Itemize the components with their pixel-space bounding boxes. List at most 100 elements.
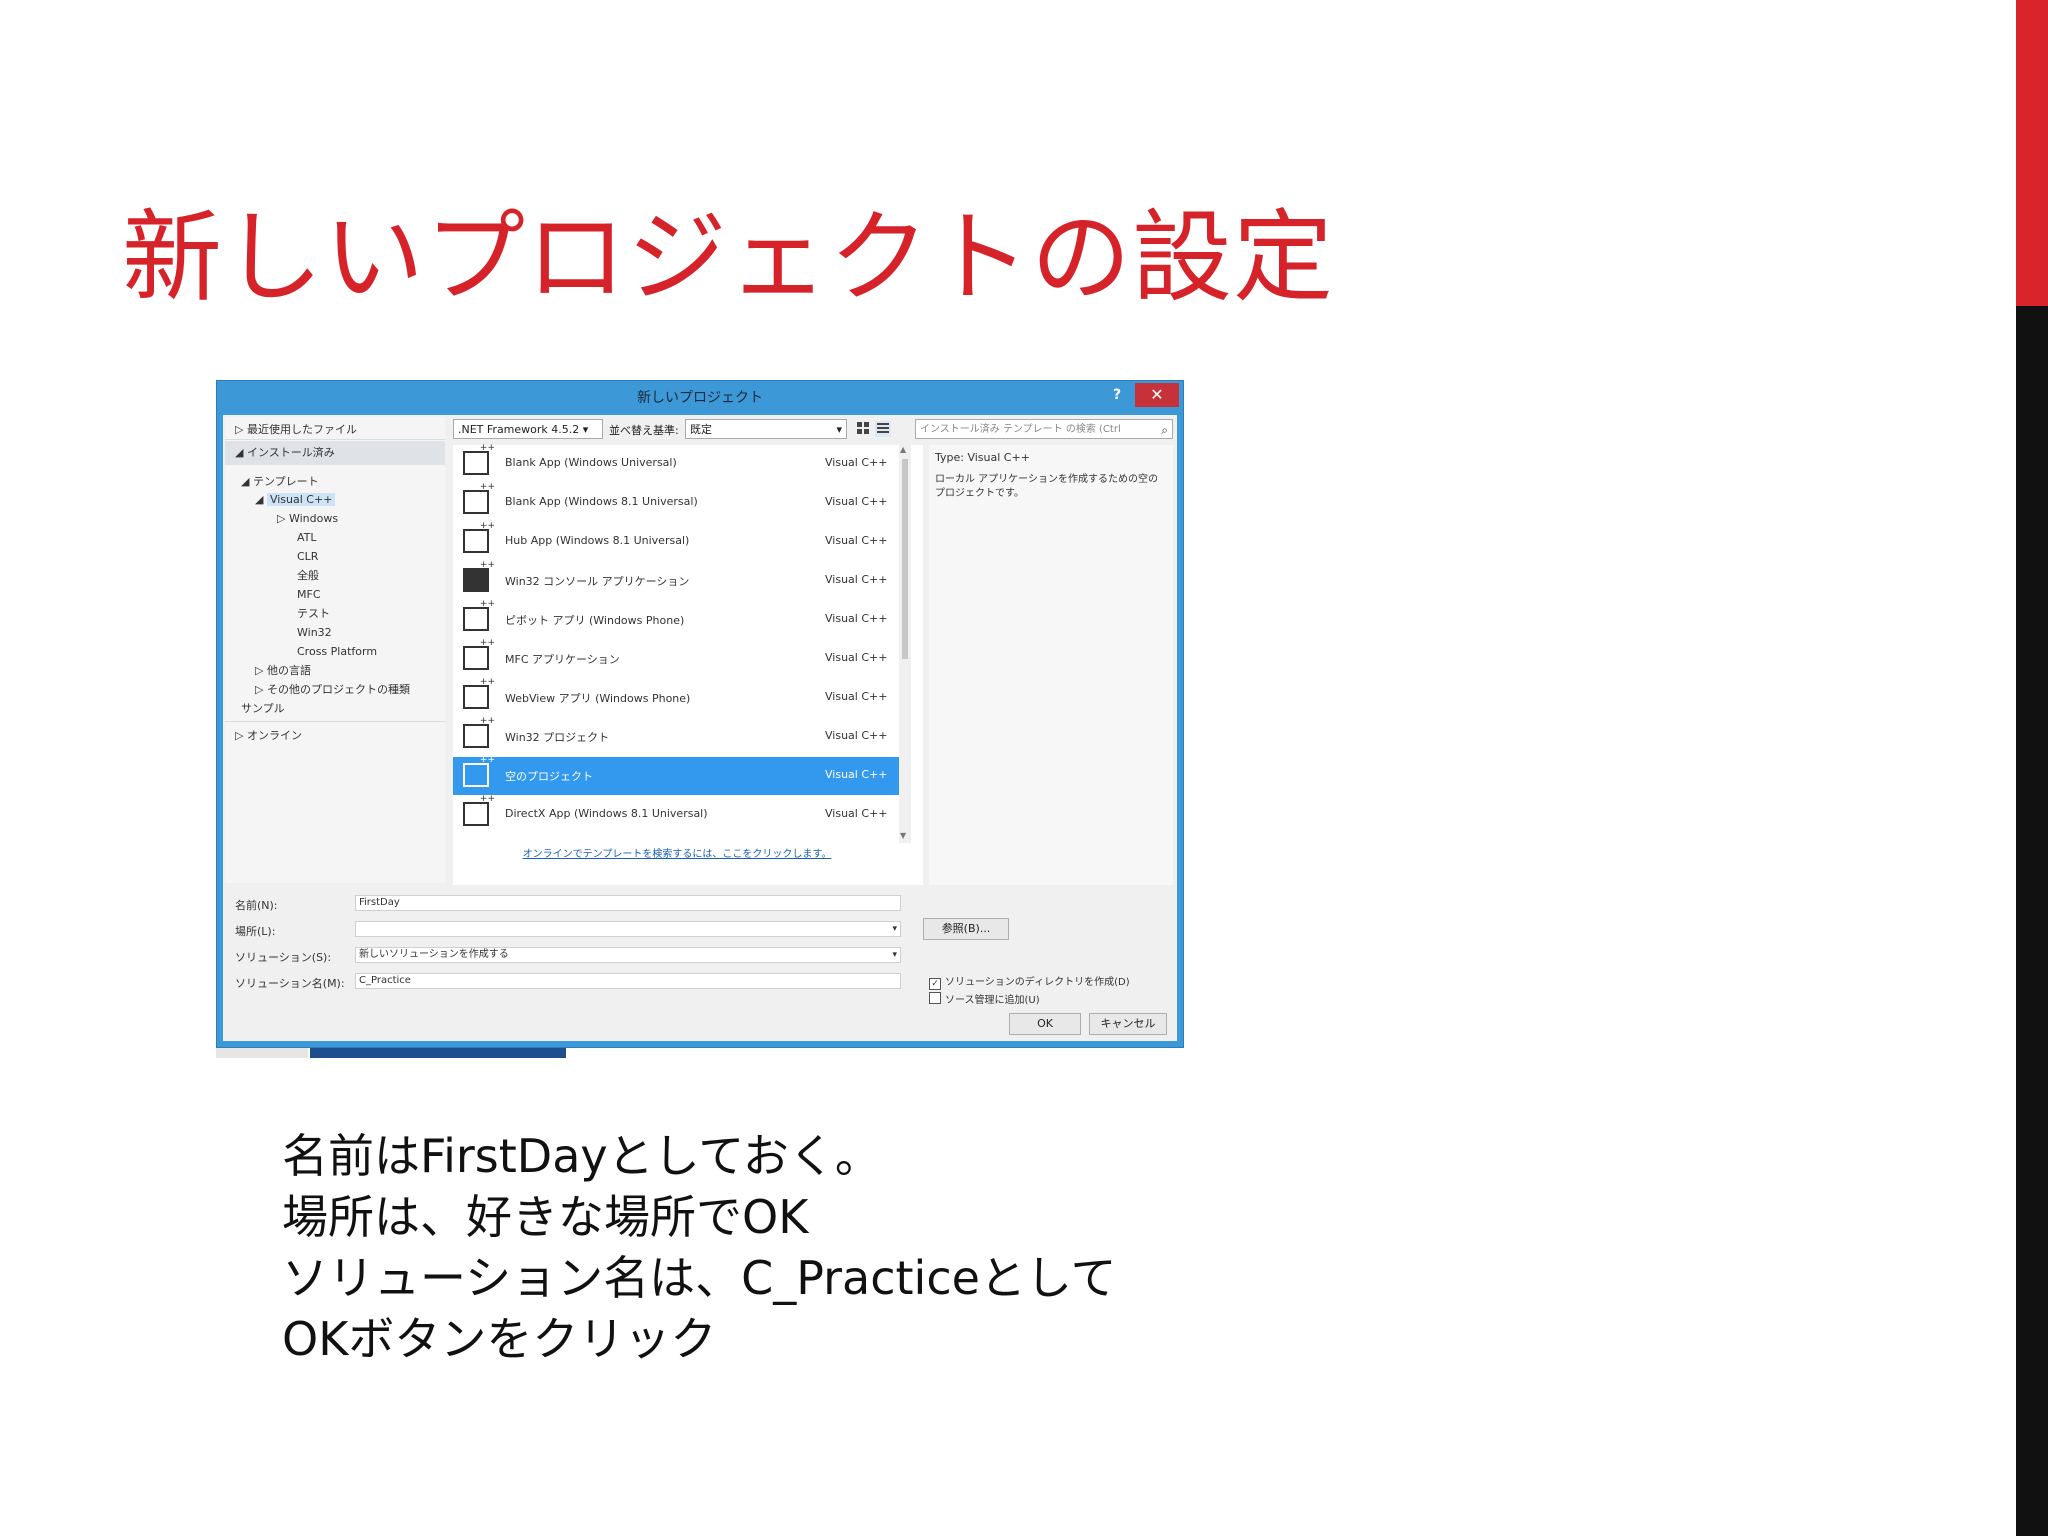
win32-project-icon — [463, 716, 495, 748]
body-line: OKボタンをクリック — [282, 1312, 717, 1366]
dialog-title: 新しいプロジェクト — [637, 390, 763, 406]
solution-select[interactable]: 新しいソリューションを作成する ▾ — [355, 947, 901, 963]
grid-view-icon[interactable] — [855, 421, 871, 437]
name-label: 名前(N): — [235, 899, 278, 912]
tree-item-test[interactable]: テスト — [297, 605, 330, 623]
scrollbar-thumb[interactable] — [902, 459, 908, 659]
solution-select-value: 新しいソリューションを作成する — [359, 949, 509, 960]
slide-body: 名前はFirstDayとしておく。 場所は、好きな場所でOK ソリューション名は… — [282, 1126, 1117, 1370]
source-control-checkbox[interactable]: ソース管理に追加(U) — [929, 991, 1040, 1006]
template-type: Type: Visual C++ — [935, 451, 1030, 464]
tree-divider — [225, 721, 445, 722]
list-view-icon[interactable] — [875, 421, 891, 437]
tree-item-samples[interactable]: サンプル — [241, 700, 285, 718]
template-row-selected[interactable]: 空のプロジェクト Visual C++ — [453, 755, 901, 795]
template-language: Visual C++ — [825, 651, 888, 664]
scroll-up-icon[interactable]: ▲ — [900, 445, 906, 454]
template-language: Visual C++ — [825, 495, 888, 508]
checkbox-unchecked-icon — [929, 992, 941, 1004]
chevron-down-icon: ▾ — [892, 950, 897, 960]
tree-item-visual-cpp[interactable]: ◢ Visual C++ — [255, 491, 336, 509]
solution-name-input[interactable]: C_Practice — [355, 973, 901, 989]
location-label: 場所(L): — [235, 925, 276, 938]
tree-divider — [225, 439, 445, 440]
solution-name-label: ソリューション名(M): — [235, 977, 345, 990]
create-directory-label: ソリューションのディレクトリを作成(D) — [945, 977, 1130, 988]
template-row[interactable]: Blank App (Windows 8.1 Universal) Visual … — [453, 482, 901, 522]
template-name: Blank App (Windows 8.1 Universal) — [505, 495, 698, 508]
template-row[interactable]: Win32 プロジェクト Visual C++ — [453, 716, 901, 756]
tree-item-other-languages[interactable]: ▷ 他の言語 — [255, 662, 311, 680]
tree-item-cross-platform[interactable]: Cross Platform — [297, 643, 377, 661]
console-app-icon — [463, 560, 495, 592]
cancel-button[interactable]: キャンセル — [1089, 1013, 1167, 1035]
template-language: Visual C++ — [825, 612, 888, 625]
template-row[interactable]: Hub App (Windows 8.1 Universal) Visual C+… — [453, 521, 901, 561]
tree-item-mfc[interactable]: MFC — [297, 586, 321, 604]
template-language: Visual C++ — [825, 573, 888, 586]
online-templates-link[interactable]: オンラインでテンプレートを検索するには、ここをクリックします。 — [453, 845, 901, 860]
browse-button[interactable]: 参照(B)... — [923, 918, 1009, 940]
template-toolbar: .NET Framework 4.5.2 ▾ 並べ替え基準: 既定 ▾ インスト… — [453, 419, 1173, 441]
taskbar-segment — [216, 1048, 308, 1058]
chevron-down-icon: ▾ — [582, 423, 589, 436]
template-name: ピボット アプリ (Windows Phone) — [505, 614, 685, 627]
tree-item-installed[interactable]: ◢ インストール済み — [235, 444, 335, 462]
scroll-down-icon[interactable]: ▼ — [900, 831, 906, 840]
template-language: Visual C++ — [825, 534, 888, 547]
template-list-scrollbar[interactable]: ▲ ▼ — [899, 445, 911, 843]
template-name: 空のプロジェクト — [505, 770, 593, 783]
cpp-project-icon — [463, 521, 495, 553]
tree-item-online[interactable]: ▷ オンライン — [235, 727, 302, 745]
tree-item-visual-cpp-label: Visual C++ — [266, 493, 336, 506]
side-accent-dark — [2016, 306, 2048, 1536]
chevron-down-icon[interactable]: ▾ — [892, 922, 897, 936]
new-project-dialog: 新しいプロジェクト ? ✕ ▷ 最近使用したファイル ◢ インストール済み ◢ … — [216, 380, 1184, 1048]
tree-item-atl[interactable]: ATL — [297, 529, 317, 547]
close-button[interactable]: ✕ — [1135, 383, 1179, 407]
solution-label: ソリューション(S): — [235, 951, 332, 964]
framework-select[interactable]: .NET Framework 4.5.2 ▾ — [453, 419, 603, 439]
template-row[interactable]: DirectX App (Windows 8.1 Universal) Visua… — [453, 794, 901, 834]
dialog-client: ▷ 最近使用したファイル ◢ インストール済み ◢ テンプレート ◢ Visua… — [223, 415, 1177, 1041]
cpp-project-icon — [463, 794, 495, 826]
template-row[interactable]: MFC アプリケーション Visual C++ — [453, 638, 901, 678]
template-name: MFC アプリケーション — [505, 653, 620, 666]
tree-item-recent[interactable]: ▷ 最近使用したファイル — [235, 421, 357, 439]
template-name: Hub App (Windows 8.1 Universal) — [505, 534, 690, 547]
template-list: Blank App (Windows Universal)Visual C++ … — [453, 443, 923, 885]
dialog-titlebar[interactable]: 新しいプロジェクト ? ✕ — [217, 381, 1183, 415]
tree-item-general[interactable]: 全般 — [297, 567, 319, 585]
template-search-input[interactable]: インストール済み テンプレート の検索 (Ctrl ⌕ — [915, 419, 1173, 439]
template-row[interactable]: Win32 コンソール アプリケーション Visual C++ — [453, 560, 901, 600]
name-input[interactable]: FirstDay — [355, 895, 901, 911]
template-name: Win32 コンソール アプリケーション — [505, 575, 690, 588]
template-row[interactable]: Blank App (Windows Universal) Visual C++ — [453, 443, 901, 483]
checkbox-checked-icon: ✓ — [929, 978, 941, 990]
search-icon[interactable]: ⌕ — [1161, 420, 1168, 438]
body-line: 場所は、好きな場所でOK — [282, 1190, 809, 1244]
phone-app-icon — [463, 677, 495, 709]
tree-item-other-project-types[interactable]: ▷ その他のプロジェクトの種類 — [255, 681, 410, 699]
template-details-pane: Type: Visual C++ ローカル アプリケーションを作成するための空の… — [929, 445, 1173, 885]
tree-item-clr[interactable]: CLR — [297, 548, 318, 566]
template-language: Visual C++ — [825, 768, 888, 781]
side-accent-red — [2016, 0, 2048, 306]
ok-button[interactable]: OK — [1009, 1013, 1081, 1035]
source-control-label: ソース管理に追加(U) — [945, 995, 1040, 1006]
create-directory-checkbox[interactable]: ✓ ソリューションのディレクトリを作成(D) — [929, 973, 1130, 990]
framework-select-value: .NET Framework 4.5.2 — [458, 423, 580, 436]
tree-item-templates[interactable]: ◢ テンプレート — [241, 473, 319, 491]
template-language: Visual C++ — [825, 690, 888, 703]
sort-select[interactable]: 既定 ▾ — [685, 419, 847, 439]
template-name: Blank App (Windows Universal) — [505, 456, 677, 469]
tree-item-windows[interactable]: ▷ Windows — [277, 510, 338, 528]
template-row[interactable]: ピボット アプリ (Windows Phone) Visual C++ — [453, 599, 901, 639]
help-icon[interactable]: ? — [1113, 387, 1121, 403]
template-tree: ▷ 最近使用したファイル ◢ インストール済み ◢ テンプレート ◢ Visua… — [225, 417, 445, 883]
project-form: 名前(N): FirstDay 場所(L): ▾ 参照(B)... ソリューショ… — [223, 887, 1177, 1041]
template-language: Visual C++ — [825, 456, 888, 469]
location-input[interactable]: ▾ — [355, 921, 901, 937]
template-row[interactable]: WebView アプリ (Windows Phone) Visual C++ — [453, 677, 901, 717]
tree-item-win32[interactable]: Win32 — [297, 624, 332, 642]
